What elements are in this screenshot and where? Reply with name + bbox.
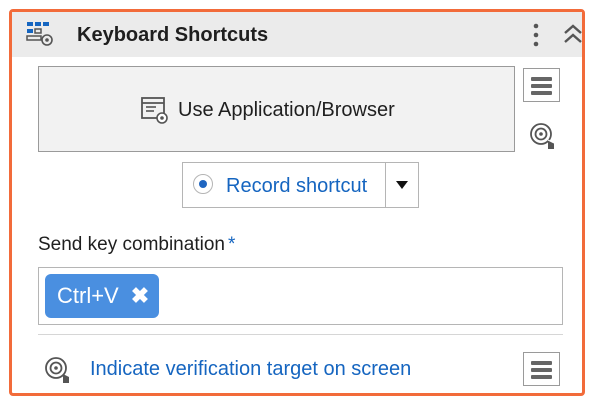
verification-menu-button[interactable]	[523, 352, 560, 386]
record-radio-icon[interactable]	[193, 174, 213, 194]
target-menu-button[interactable]	[523, 68, 560, 102]
keyboard-shortcuts-icon	[25, 19, 55, 54]
hamburger-icon	[531, 77, 552, 81]
collapse-chevrons-icon[interactable]	[562, 22, 584, 51]
record-shortcut-button[interactable]: Record shortcut	[183, 163, 385, 207]
activity-header[interactable]: Keyboard Shortcuts	[12, 12, 582, 57]
record-dropdown-button[interactable]	[385, 163, 418, 207]
more-options-icon[interactable]	[530, 22, 542, 53]
divider	[38, 334, 563, 335]
remove-chip-icon[interactable]: ✖	[131, 285, 149, 307]
send-key-combination-label: Send key combination *	[38, 234, 236, 255]
key-chip[interactable]: Ctrl+V ✖	[45, 274, 160, 318]
target-aim-icon[interactable]	[43, 355, 73, 390]
use-application-browser-button[interactable]: Use Application/Browser	[38, 66, 515, 152]
record-shortcut-control[interactable]: Record shortcut	[182, 162, 419, 208]
required-marker: *	[227, 234, 236, 255]
chevron-down-icon	[396, 181, 408, 189]
use-application-browser-label: Use Application/Browser	[178, 99, 395, 121]
key-combination-input[interactable]: Ctrl+V ✖	[38, 267, 563, 325]
application-browser-icon	[140, 95, 170, 130]
record-shortcut-label: Record shortcut	[226, 175, 368, 197]
activity-card[interactable]: Keyboard Shortcuts Use Application/Brows…	[9, 9, 585, 396]
hamburger-icon	[531, 361, 552, 365]
activity-title: Keyboard Shortcuts	[77, 24, 269, 46]
target-aim-icon[interactable]	[528, 121, 558, 156]
key-chip-label: Ctrl+V	[57, 283, 119, 308]
indicate-verification-target-link[interactable]: Indicate verification target on screen	[90, 358, 411, 381]
